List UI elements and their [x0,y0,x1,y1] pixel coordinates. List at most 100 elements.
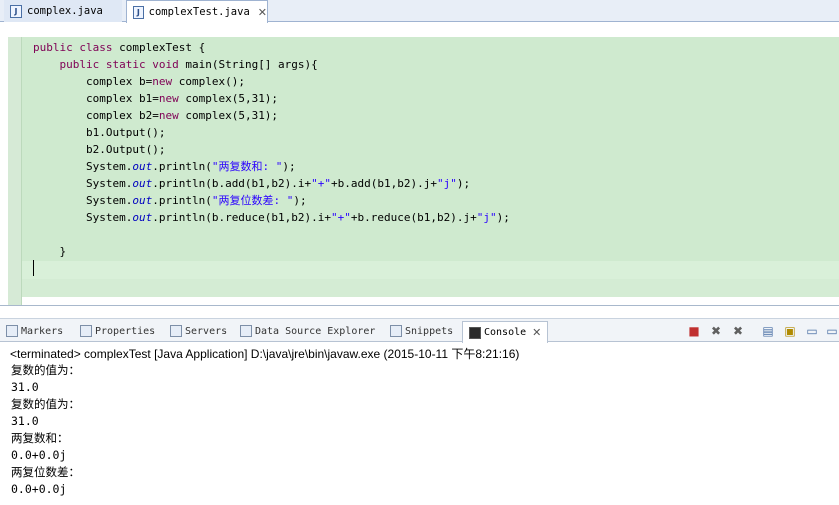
view-tab-bar: Markers Properties Servers Data Source E… [0,318,839,343]
tab-label: Data Source Explorer [255,325,376,337]
close-icon[interactable]: ✕ [532,326,541,339]
code-token: System. [33,177,133,190]
java-file-icon: J [10,4,22,18]
code-token: complex(5,31); [178,92,279,105]
code-token: complex b1= [33,92,159,105]
code-line: complex b2=new complex(5,31); [33,107,510,124]
editor-gutter [8,37,22,305]
code-token: b2.Output(); [33,143,166,156]
code-token: complex(); [172,75,245,88]
tab-label: Console [484,327,527,338]
properties-icon [80,325,92,337]
code-token: ); [496,211,510,224]
code-token: ); [293,194,307,207]
code-token: "j" [476,211,497,224]
code-line: public static void main(String[] args){ [33,56,510,73]
console-line: 0.0+0.0j [11,448,67,462]
console-line: 复数的值为： [11,397,80,411]
tab-label: Snippets [405,325,454,337]
code-token: .println( [152,194,212,207]
code-line: public class complexTest { [33,39,510,56]
code-token: .println( [152,160,212,173]
code-token: out [132,211,153,224]
tab-snippets[interactable]: Snippets [390,321,453,341]
display-console-icon[interactable]: ▭ [824,323,839,339]
code-token: System. [33,194,133,207]
code-token: System. [33,211,133,224]
console-line: 复数的值为： [11,363,80,377]
code-token: complex b= [33,75,153,88]
code-token: complex(5,31); [178,109,279,122]
java-file-icon: J [133,5,144,19]
tab-label: complex.java [27,5,103,17]
editor-tab-bar: J complex.java J complexTest.java ✕ [0,0,839,23]
code-token: "两复数和: " [211,160,283,173]
code-token: public static void [59,58,179,71]
code-token: out [132,194,153,207]
code-token: System. [33,160,133,173]
code-token: +b.reduce(b1,b2).j+ [350,211,477,224]
code-token: new [158,109,179,122]
code-line: System.out.println(b.add(b1,b2).i+"+"+b.… [33,175,510,192]
console-line: 31.0 [11,414,39,428]
data-source-icon [240,325,252,337]
scroll-lock-icon[interactable]: ▣ [782,323,798,339]
blank-line-highlight [22,261,839,279]
tab-servers[interactable]: Servers [170,321,227,341]
code-token: .println(b.add(b1,b2).i+ [152,177,312,190]
code-text[interactable]: public class complexTest { public static… [33,39,510,260]
code-token: "+" [331,211,351,224]
code-line: complex b=new complex(); [33,73,510,90]
code-token: out [132,177,153,190]
tab-label: Markers [21,325,64,337]
remove-all-icon[interactable]: ✖ [730,323,746,339]
code-token: .println(b.reduce(b1,b2).i+ [152,211,332,224]
snippets-icon [390,325,402,337]
remove-launch-icon[interactable]: ✖ [708,323,724,339]
tab-properties[interactable]: Properties [80,321,155,341]
console-line: 31.0 [11,380,39,394]
pin-console-icon[interactable]: ▭ [804,323,820,339]
tab-complex-java[interactable]: J complex.java [4,0,122,22]
tab-label: Servers [185,325,228,337]
console-line: 两复位数差： [11,465,80,479]
code-token: out [132,160,153,173]
clear-console-icon[interactable]: ▤ [760,323,776,339]
console-status: <terminated> complexTest [Java Applicati… [10,347,520,361]
text-caret [33,260,34,276]
code-token: ); [456,177,471,190]
code-token: complexTest { [112,41,206,54]
code-line: } [33,243,510,260]
console-line: 0.0+0.0j [11,482,67,496]
tab-data-source-explorer[interactable]: Data Source Explorer [240,321,375,341]
code-token: +b.add(b1,b2).j+ [331,177,438,190]
tab-label: complexTest.java [148,6,250,18]
close-icon[interactable]: ✕ [258,6,267,19]
markers-icon [6,325,18,337]
tab-complextest-java[interactable]: J complexTest.java ✕ [126,0,268,23]
code-line: complex b1=new complex(5,31); [33,90,510,107]
console-output[interactable]: 复数的值为： 31.0 复数的值为： 31.0 两复数和： 0.0+0.0j 两复位数差： 0… [11,362,80,498]
code-line: b2.Output(); [33,141,510,158]
code-token: "两复位数差: " [211,194,294,207]
current-line-highlight [22,279,839,297]
tab-markers[interactable]: Markers [6,321,63,341]
servers-icon [170,325,182,337]
code-token: main(String[] args){ [178,58,318,71]
code-token: } [33,245,67,258]
code-line: System.out.println("两复数和: "); [33,158,510,175]
tab-label: Properties [95,325,156,337]
code-token: complex b2= [33,109,159,122]
code-token: public class [33,41,113,54]
code-line: System.out.println("两复位数差: "); [33,192,510,209]
code-token: "+" [311,177,332,190]
code-token: b1.Output(); [33,126,166,139]
terminate-icon[interactable]: ■ [686,323,702,339]
code-line: b1.Output(); [33,124,510,141]
code-editor[interactable]: public class complexTest { public static… [0,23,839,306]
code-token: new [158,92,179,105]
tab-console[interactable]: Console ✕ [462,321,549,343]
console-line: 两复数和： [11,431,69,445]
code-line: System.out.println(b.reduce(b1,b2).i+"+"… [33,209,510,226]
